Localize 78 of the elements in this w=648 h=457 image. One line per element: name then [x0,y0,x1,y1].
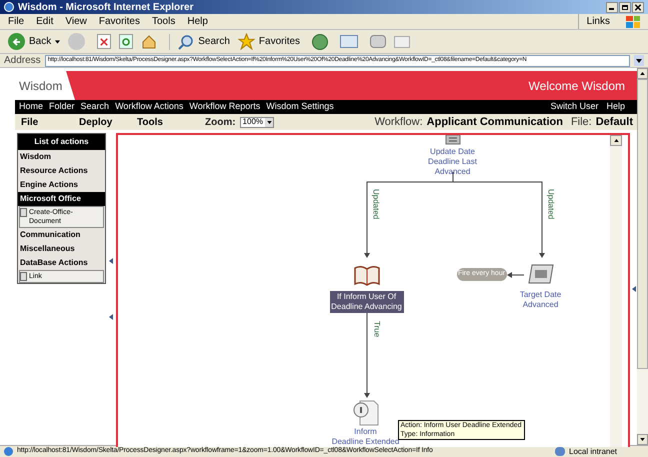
dropdown-caret-icon[interactable] [634,55,644,66]
stop-icon[interactable] [97,34,112,49]
connector [506,272,524,278]
zoom-select[interactable]: 100% [240,116,274,128]
page-icon [4,447,13,456]
globe-icon [555,447,565,456]
calendar-icon[interactable] [526,263,555,285]
nav-link[interactable]: Workflow Reports [189,100,260,114]
search-button[interactable]: Search [169,34,230,50]
edge-label: Updated [546,189,557,220]
action-icon [20,272,27,281]
windows-logo-icon [626,16,640,28]
nav-link[interactable]: Workflow Actions [115,100,184,114]
dropdown-caret-icon[interactable] [55,40,60,44]
close-button[interactable] [632,2,644,12]
file-name: Default [596,114,633,130]
search-icon [178,34,194,50]
maximize-button[interactable] [619,2,631,12]
window-title: Wisdom - Microsoft Internet Explorer [18,0,194,14]
nav-link[interactable]: Wisdom Settings [266,100,334,114]
nav-link[interactable]: Search [80,100,110,114]
menu-item[interactable]: File [15,114,73,130]
address-label: Address [4,54,41,68]
menu-item[interactable]: File [8,14,24,29]
ie-icon [4,2,14,12]
document-icon[interactable] [444,135,461,145]
node-label[interactable]: Update Date Deadline Last Advanced [412,147,493,177]
menu-item[interactable]: Help [187,14,208,29]
node-label[interactable]: Target Date Advanced [506,290,576,310]
action-icon [20,208,27,217]
refresh-icon[interactable] [119,34,134,49]
zoom-label: Zoom: [205,116,236,130]
category-item[interactable]: Communication [18,228,105,242]
zone-text: Local intranet [569,446,618,457]
nav-link[interactable]: Folder [49,100,75,114]
nav-link[interactable]: Switch User [550,100,598,114]
nav-link[interactable]: Home [19,100,44,114]
collapse-arrow-icon[interactable] [109,258,114,264]
favorites-button[interactable]: Favorites [238,33,300,50]
back-button[interactable]: Back [8,33,52,50]
collapse-arrow-icon[interactable] [109,314,114,320]
menu-item[interactable]: View [65,14,87,29]
category-item[interactable]: Miscellaneous [18,242,105,256]
node-label[interactable]: If Inform User Of Deadline Advancing [330,291,404,313]
logo: Wisdom [19,78,62,94]
category-item[interactable]: DataBase Actions [18,256,105,270]
up-arrow-icon [640,72,645,75]
history-icon[interactable] [312,34,328,50]
edge-label: Updated [370,189,382,220]
category-item[interactable]: Resource Actions [18,164,105,178]
category-item[interactable]: Engine Actions [18,178,105,192]
down-arrow-icon [640,438,645,441]
dropdown-caret-icon [265,118,274,126]
category-item[interactable]: Microsoft Office [18,192,105,206]
book-icon[interactable] [352,265,381,287]
menu-item[interactable]: Tools [131,114,189,130]
scroll-up-button[interactable] [637,68,648,79]
panel-title: List of actions [18,134,105,150]
menu-item[interactable]: Favorites [98,14,140,29]
menu-item[interactable]: Edit [36,14,54,29]
file-label: File: [570,114,592,130]
workflow-name: Applicant Communication [426,114,563,130]
scroll-down-button[interactable] [637,434,648,445]
up-arrow-icon [614,139,619,142]
category-item[interactable]: Wisdom [18,150,105,164]
menu-item[interactable]: Deploy [73,114,131,130]
home-icon[interactable] [141,34,158,50]
edge-label: True [372,321,383,338]
star-icon [238,33,255,50]
welcome-text: Welcome Wisdom [528,78,625,94]
nav-link[interactable]: Help [606,100,625,114]
info-icon[interactable] [352,399,380,427]
workflow-label: Workflow: [374,114,423,130]
scroll-up-button[interactable] [610,135,622,146]
links-button[interactable]: Links [578,14,618,29]
minimize-button[interactable] [606,2,618,12]
collapse-arrow-icon[interactable] [632,286,636,292]
menu-item[interactable]: Tools [152,14,176,29]
